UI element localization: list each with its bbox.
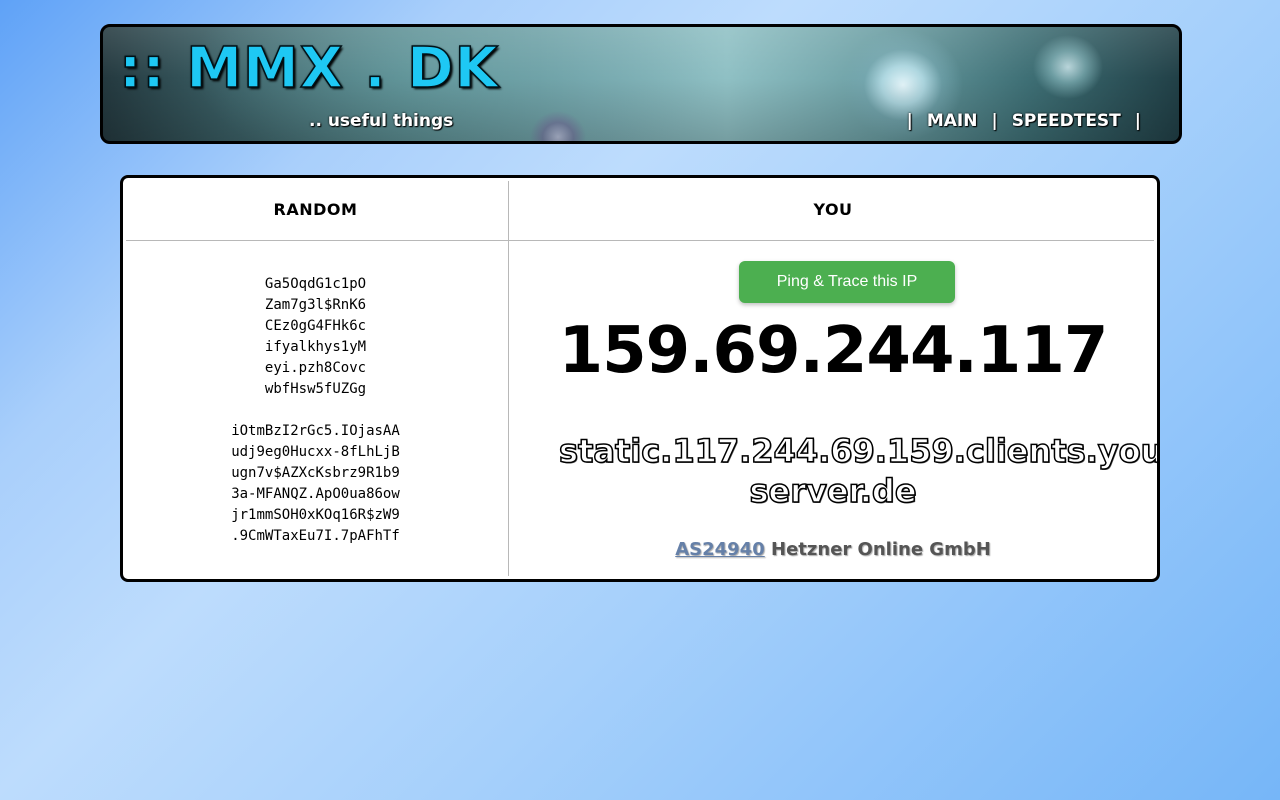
random-string: CEz0gG4FHk6c [264, 318, 367, 334]
nav-separator: | [1134, 111, 1141, 131]
random-string: eyi.pzh8Covc [264, 360, 367, 376]
random-string: udj9eg0Hucxx-8fLhLjB [231, 444, 400, 460]
site-tagline: .. useful things [309, 111, 454, 131]
random-group-gap [123, 400, 508, 421]
you-info: Ping & Trace this IP 159.69.244.117 stat… [509, 241, 1157, 579]
random-string: ifyalkhys1yM [264, 339, 367, 355]
asn-org: Hetzner Online GmbH [771, 539, 991, 560]
asn-info: AS24940 Hetzner Online GmbH [509, 539, 1157, 560]
asn-link[interactable]: AS24940 [675, 539, 765, 560]
nav-link-main[interactable]: MAIN [921, 111, 984, 131]
random-string: .9CmWTaxEu7I.7pAFhTf [231, 528, 400, 544]
site-logo[interactable]: :: MMX . DK [118, 40, 499, 98]
header-you: YOU [813, 199, 853, 219]
nav-separator: | [991, 111, 998, 131]
random-long-group: iOtmBzI2rGc5.IOjasAA udj9eg0Hucxx-8fLhLj… [123, 421, 508, 547]
random-string: wbfHsw5fUZGg [264, 381, 367, 397]
random-string: iOtmBzI2rGc5.IOjasAA [231, 423, 400, 439]
random-string: 3a-MFANQZ.ApO0ua86ow [231, 486, 400, 502]
ping-trace-button[interactable]: Ping & Trace this IP [739, 261, 955, 303]
info-table: RANDOM YOU Ga5OqdG1c1pO Zam7g3l$RnK6 CEz… [120, 175, 1160, 582]
reverse-hostname: static.117.244.69.159.clients.your-serve… [558, 431, 1160, 511]
random-short-group: Ga5OqdG1c1pO Zam7g3l$RnK6 CEz0gG4FHk6c i… [123, 274, 508, 400]
main-nav: | MAIN | SPEEDTEST | [899, 111, 1149, 131]
random-string: Ga5OqdG1c1pO [264, 276, 367, 292]
ip-address: 159.69.244.117 [558, 314, 1109, 388]
random-strings: Ga5OqdG1c1pO Zam7g3l$RnK6 CEz0gG4FHk6c i… [123, 274, 508, 547]
random-string: ugn7v$AZXcKsbrz9R1b9 [231, 465, 400, 481]
random-string: Zam7g3l$RnK6 [264, 297, 367, 313]
nav-separator: | [906, 111, 913, 131]
nav-link-speedtest[interactable]: SPEEDTEST [1006, 111, 1127, 131]
header-banner: :: MMX . DK .. useful things | MAIN | SP… [100, 24, 1182, 144]
random-string: jr1mmSOH0xKOq16R$zW9 [231, 507, 400, 523]
header-random: RANDOM [273, 199, 358, 219]
